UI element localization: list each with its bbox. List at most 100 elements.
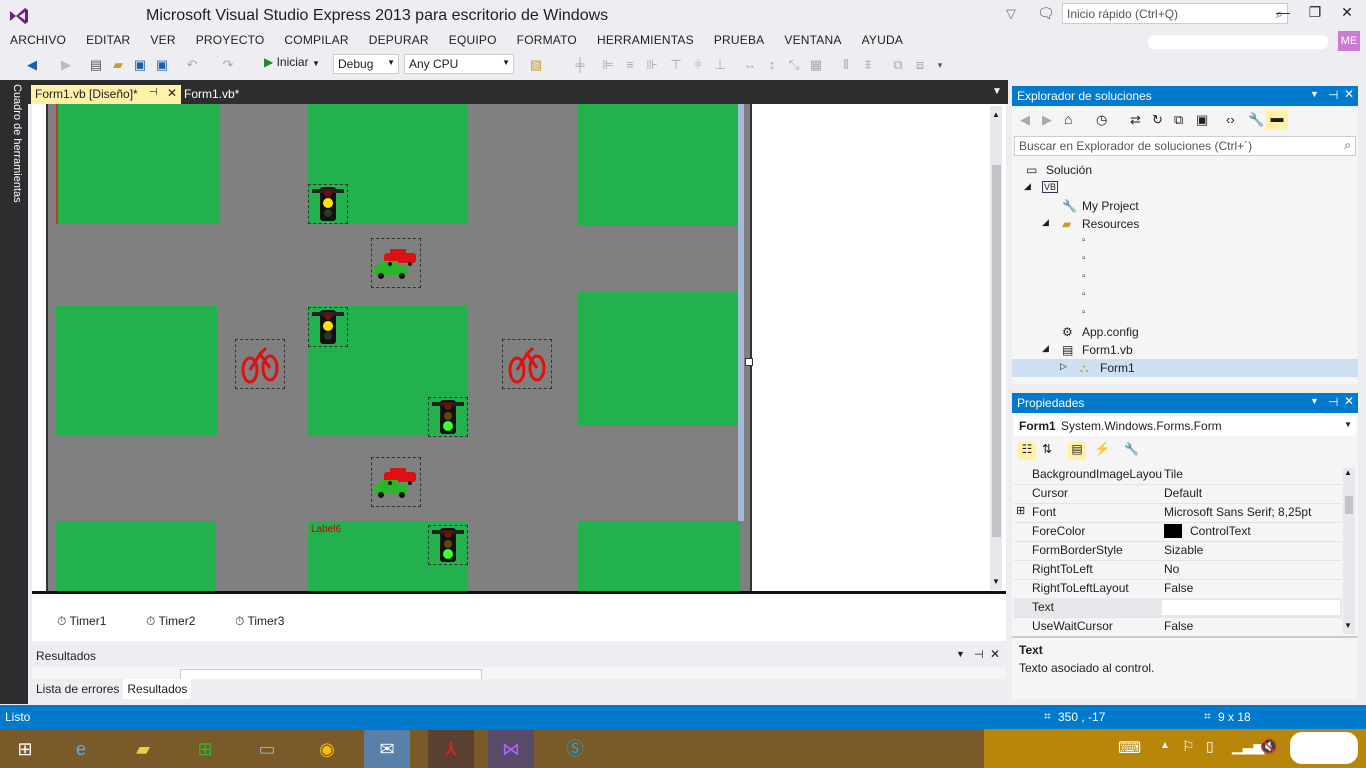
- property-row[interactable]: ForeColor ControlText: [1014, 522, 1342, 542]
- property-value[interactable]: False: [1164, 581, 1193, 595]
- properties-scrollbar[interactable]: [1343, 468, 1355, 634]
- make-same-size-icon[interactable]: ⤡: [786, 57, 802, 73]
- property-row[interactable]: RightToLeft No: [1014, 560, 1342, 580]
- mail-icon[interactable]: ✉: [364, 730, 410, 768]
- object-selector[interactable]: Form1 System.Windows.Forms.Form ▼: [1014, 416, 1356, 436]
- property-row[interactable]: RightToLeftLayout False: [1014, 579, 1342, 599]
- pin-icon[interactable]: ⊣: [1328, 88, 1338, 102]
- collapsed-icon[interactable]: ▷: [1060, 361, 1067, 372]
- home-icon[interactable]: ⌂: [1064, 111, 1072, 127]
- property-value[interactable]: False: [1164, 619, 1193, 633]
- tab-form1-design[interactable]: Form1.vb [Diseño]* ⊣ ✕: [31, 85, 181, 105]
- expand-icon[interactable]: ◢: [1042, 343, 1049, 354]
- property-value[interactable]: Default: [1164, 486, 1202, 500]
- save-icon[interactable]: ▣: [132, 57, 148, 73]
- menu-ayuda[interactable]: AYUDA: [852, 31, 913, 49]
- back-icon[interactable]: ◀: [24, 57, 40, 73]
- traffic-light-picturebox[interactable]: [308, 307, 348, 347]
- property-row[interactable]: Cursor Default: [1014, 484, 1342, 504]
- menu-editar[interactable]: EDITAR: [76, 31, 140, 49]
- close-icon[interactable]: ✕: [990, 647, 1000, 661]
- categorized-icon[interactable]: ☷: [1018, 442, 1036, 460]
- tree-item-resource-file[interactable]: ▫: [1012, 269, 1358, 287]
- tree-item-form1[interactable]: ▷ ⛬ Form1: [1012, 359, 1358, 377]
- find-icon[interactable]: ▧: [528, 57, 544, 73]
- property-row[interactable]: ⊞ Font Microsoft Sans Serif; 8,25pt: [1014, 503, 1342, 523]
- properties-view-icon[interactable]: ▤: [1068, 442, 1086, 460]
- start-button[interactable]: ▶ Iniciar ▼: [264, 55, 320, 73]
- property-value[interactable]: Tile: [1164, 467, 1183, 481]
- open-file-icon[interactable]: ▰: [110, 57, 126, 73]
- new-project-icon[interactable]: ▤: [88, 57, 104, 73]
- vertical-spacing-icon[interactable]: ⩨: [860, 57, 876, 73]
- collapse-all-icon[interactable]: ⧉: [1174, 112, 1183, 128]
- scroll-down-icon[interactable]: ▼: [1344, 621, 1352, 630]
- tab-error-list[interactable]: Lista de errores: [32, 679, 123, 699]
- events-icon[interactable]: ⚡: [1094, 441, 1110, 457]
- align-right-icon[interactable]: ⊪: [644, 57, 660, 73]
- file-explorer-icon[interactable]: ▰: [120, 730, 166, 768]
- sync-icon[interactable]: ⇄: [1130, 112, 1141, 128]
- alphabetical-icon[interactable]: ⇅: [1042, 442, 1052, 456]
- redo-icon[interactable]: ↷: [220, 57, 236, 73]
- scroll-up-icon[interactable]: ▲: [992, 110, 1000, 119]
- preview-selected-icon[interactable]: ▬: [1266, 110, 1288, 130]
- timer2-component[interactable]: ⏱ Timer2: [146, 614, 195, 629]
- label6[interactable]: Label6: [311, 524, 341, 535]
- designer-scrollbar-thumb[interactable]: [992, 165, 1001, 537]
- tree-item-resource-file[interactable]: ▫: [1012, 233, 1358, 251]
- tree-item-form1-vb[interactable]: ◢ ▤ Form1.vb: [1012, 341, 1358, 359]
- action-center-icon[interactable]: ⚐: [1182, 738, 1195, 755]
- menu-prueba[interactable]: PRUEBA: [704, 31, 775, 49]
- tab-list-dropdown-icon[interactable]: ▼: [992, 86, 1002, 97]
- visual-studio-taskbar-icon[interactable]: ⋈: [488, 730, 534, 768]
- cars-picturebox[interactable]: [371, 457, 421, 507]
- menu-equipo[interactable]: EQUIPO: [439, 31, 507, 49]
- undo-icon[interactable]: ↶: [184, 57, 200, 73]
- align-middle-icon[interactable]: ⫩: [690, 57, 706, 73]
- clock-redacted[interactable]: [1290, 732, 1358, 764]
- lenovo-app-icon[interactable]: ▭: [244, 730, 290, 768]
- platform-select[interactable]: Any CPU ▼: [404, 54, 514, 74]
- results-source-select[interactable]: [180, 669, 482, 679]
- align-grid-icon[interactable]: ╪: [572, 57, 588, 73]
- tree-item-resources[interactable]: ◢ ▰ Resources: [1012, 215, 1358, 233]
- property-value[interactable]: ControlText: [1190, 524, 1251, 538]
- tree-item-resource-file[interactable]: ▫: [1012, 305, 1358, 323]
- forward-icon[interactable]: ▶: [58, 57, 74, 73]
- solution-search-input[interactable]: Buscar en Explorador de soluciones (Ctrl…: [1014, 136, 1356, 156]
- property-row[interactable]: BackgroundImageLayou Tile: [1014, 465, 1342, 485]
- save-all-icon[interactable]: ▣: [154, 57, 170, 73]
- feedback-icon[interactable]: 🗨: [1037, 5, 1055, 22]
- bring-to-front-icon[interactable]: ⧉: [890, 57, 906, 73]
- timer3-component[interactable]: ⏱ Timer3: [235, 614, 284, 629]
- tree-item-my-project[interactable]: 🔧 My Project: [1012, 197, 1358, 215]
- configuration-select[interactable]: Debug ▼: [333, 54, 399, 74]
- show-hidden-icons-icon[interactable]: ▲: [1160, 740, 1170, 751]
- expand-icon[interactable]: ◢: [1042, 217, 1049, 228]
- property-row[interactable]: UseWaitCursor False: [1014, 617, 1342, 637]
- pin-icon[interactable]: ⊣: [974, 648, 984, 661]
- tree-item-resource-file[interactable]: ▫: [1012, 251, 1358, 269]
- close-icon[interactable]: ✕: [167, 86, 177, 100]
- align-bottom-icon[interactable]: ⊥: [712, 57, 728, 73]
- menu-herramientas[interactable]: HERRAMIENTAS: [587, 31, 704, 49]
- property-value[interactable]: Sizable: [1164, 543, 1203, 557]
- menu-archivo[interactable]: ARCHIVO: [0, 31, 76, 49]
- make-same-width-icon[interactable]: ↔: [742, 57, 758, 73]
- tree-item-solution[interactable]: ▭ Solución: [1012, 161, 1358, 179]
- view-code-icon[interactable]: ‹›: [1226, 112, 1235, 127]
- filter-icon[interactable]: ▽: [1006, 6, 1016, 22]
- make-same-height-icon[interactable]: ↕: [764, 57, 780, 73]
- properties-scrollbar-thumb[interactable]: [1345, 496, 1353, 514]
- tree-item-app-config[interactable]: ⚙ App.config: [1012, 323, 1358, 341]
- minimize-button[interactable]: —: [1269, 4, 1297, 24]
- property-value[interactable]: No: [1164, 562, 1179, 576]
- property-row-selected[interactable]: Text: [1014, 598, 1342, 618]
- properties-wrench-icon[interactable]: 🔧: [1248, 112, 1264, 128]
- quick-launch-input[interactable]: Inicio rápido (Ctrl+Q) ⌕: [1062, 3, 1288, 24]
- scroll-down-icon[interactable]: ▼: [992, 577, 1000, 586]
- keyboard-icon[interactable]: ⌨: [1118, 738, 1141, 758]
- tree-item-resource-file[interactable]: ▫: [1012, 287, 1358, 305]
- property-row[interactable]: FormBorderStyle Sizable: [1014, 541, 1342, 561]
